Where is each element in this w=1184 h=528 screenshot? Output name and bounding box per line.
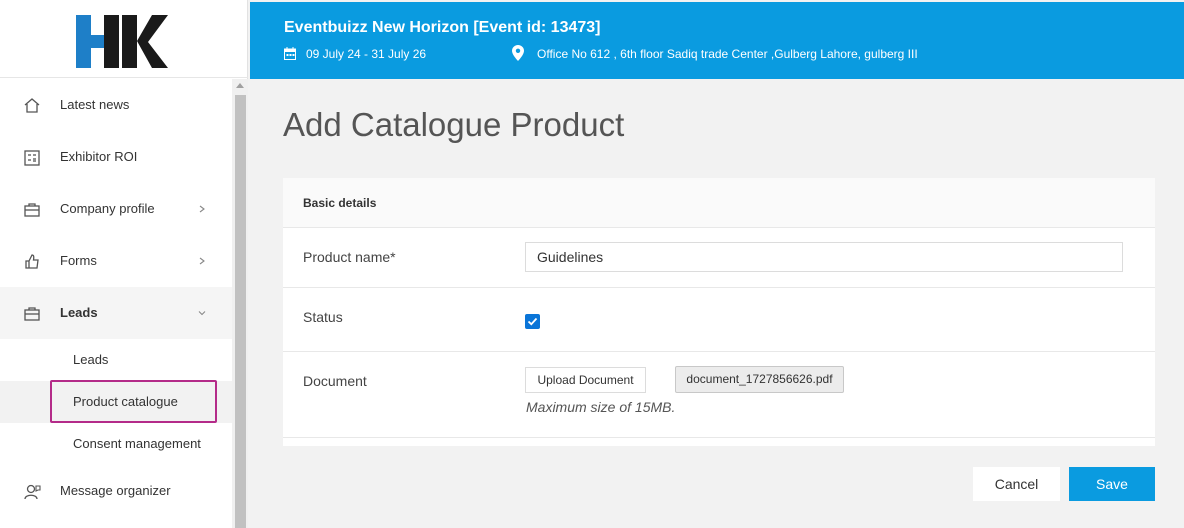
- briefcase-icon: [24, 307, 40, 321]
- form-row-status: Status: [283, 288, 1155, 352]
- sidebar-item-label: Latest news: [60, 97, 130, 112]
- sidebar-item-label: Exhibitor ROI: [60, 149, 138, 164]
- event-title: Eventbuizz New Horizon [Event id: 13473]: [284, 19, 601, 36]
- status-checkbox[interactable]: [525, 314, 540, 329]
- sidebar-subitem-leads[interactable]: Leads: [0, 339, 232, 381]
- event-date: 09 July 24 - 31 July 26: [306, 47, 427, 61]
- save-button[interactable]: Save: [1069, 467, 1155, 501]
- sidebar-subitem-consent-management[interactable]: Consent management: [0, 423, 232, 465]
- logo-area: [0, 0, 248, 78]
- sidebar-item-leads[interactable]: Leads: [0, 287, 232, 339]
- sidebar-item-company-profile[interactable]: Company profile: [0, 183, 232, 235]
- sidebar-subitem-label: Product catalogue: [73, 394, 178, 409]
- page-title: Add Catalogue Product: [283, 106, 625, 143]
- section-header: Basic details: [283, 178, 1155, 228]
- sidebar-item-label: Company profile: [60, 201, 155, 216]
- chevron-right-icon: [199, 205, 205, 213]
- calendar-icon: [284, 47, 296, 60]
- sidebar-subitem-product-catalogue[interactable]: Product catalogue: [0, 381, 232, 423]
- product-name-label: Product name*: [303, 249, 396, 265]
- sidebar: Latest news Exhibitor ROI Company profil…: [0, 0, 248, 528]
- sidebar-item-latest-news[interactable]: Latest news: [0, 79, 232, 131]
- section-title: Basic details: [303, 196, 377, 210]
- sidebar-item-label: Message organizer: [60, 483, 171, 498]
- chevron-down-icon: [198, 311, 206, 316]
- sidebar-item-label: Forms: [60, 253, 97, 268]
- checkmark-icon: [527, 317, 538, 326]
- sidebar-item-label: Leads: [60, 305, 98, 320]
- sidebar-item-forms[interactable]: Forms: [0, 235, 232, 287]
- sidebar-subitem-label: Consent management: [73, 436, 201, 451]
- product-form-card: Basic details Product name* Guidelines S…: [283, 178, 1155, 446]
- briefcase-icon: [24, 203, 40, 217]
- thumbs-up-icon: [25, 254, 39, 269]
- sidebar-scrollbar[interactable]: [232, 79, 248, 528]
- user-chat-icon: [24, 484, 41, 500]
- scroll-thumb[interactable]: [235, 95, 246, 528]
- upload-document-button[interactable]: Upload Document: [525, 367, 646, 393]
- sidebar-subitem-label: Leads: [73, 352, 109, 367]
- app: Latest news Exhibitor ROI Company profil…: [0, 0, 1184, 528]
- status-label: Status: [303, 309, 343, 325]
- sidebar-item-message-organizer[interactable]: Message organizer: [0, 465, 232, 517]
- scroll-up-arrow-icon[interactable]: [236, 83, 244, 88]
- chevron-right-icon: [199, 257, 205, 265]
- event-header: Eventbuizz New Horizon [Event id: 13473]…: [250, 2, 1184, 79]
- max-size-hint: Maximum size of 15MB.: [526, 399, 676, 415]
- hk-logo[interactable]: [76, 15, 168, 68]
- home-icon: [24, 98, 40, 113]
- cancel-button[interactable]: Cancel: [973, 467, 1060, 501]
- event-location: Office No 612 , 6th floor Sadiq trade Ce…: [537, 47, 918, 61]
- form-row-document: Document Upload Document document_172785…: [283, 352, 1155, 438]
- uploaded-file-chip[interactable]: document_1727856626.pdf: [675, 366, 844, 393]
- sidebar-nav: Latest news Exhibitor ROI Company profil…: [0, 79, 232, 528]
- sidebar-item-exhibitor-roi[interactable]: Exhibitor ROI: [0, 131, 232, 183]
- calculator-icon: [24, 150, 40, 166]
- document-label: Document: [303, 373, 367, 389]
- map-pin-icon: [512, 45, 524, 61]
- product-name-input[interactable]: Guidelines: [525, 242, 1123, 272]
- form-row-product-name: Product name* Guidelines: [283, 228, 1155, 288]
